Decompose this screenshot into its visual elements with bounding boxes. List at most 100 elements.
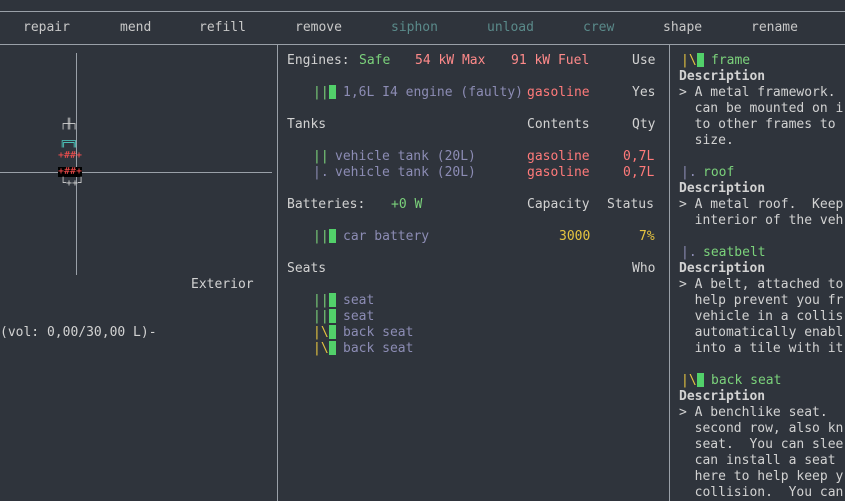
part-condition-bar xyxy=(697,53,704,67)
part-desc-line: seat. You can slee xyxy=(679,437,844,452)
part-desc-line: size. xyxy=(679,133,734,148)
seat-damage-marker: |\ xyxy=(313,341,329,356)
seat-damage-marker: || xyxy=(313,309,329,324)
menu-refill[interactable]: refill xyxy=(199,20,246,36)
part-damage-marker: |. xyxy=(681,165,697,180)
tank-name: vehicle tank (20L) xyxy=(335,149,476,164)
engine-damage-marker: || xyxy=(313,85,329,100)
engine-fuel-type: gasoline xyxy=(527,85,590,100)
menu-remove[interactable]: remove xyxy=(295,20,342,36)
tank-name: vehicle tank (20L) xyxy=(335,165,476,180)
engines-label: Engines: xyxy=(287,53,350,68)
part-desc-line: can be mounted on i xyxy=(679,101,844,116)
part-desc-line: > A belt, attached to xyxy=(679,277,844,292)
part-desc-line: can install a seat xyxy=(679,453,836,468)
part-desc-line: > A metal roof. Keep xyxy=(679,197,844,212)
left-panel-divider xyxy=(277,45,278,501)
engines-use-header: Use xyxy=(632,53,656,68)
engines-max: 54 kW Max xyxy=(415,53,486,68)
part-damage-marker: |\ xyxy=(681,373,697,388)
engine-use: Yes xyxy=(632,85,656,100)
menu-rename[interactable]: rename xyxy=(751,20,798,36)
menu-unload[interactable]: unload xyxy=(487,20,534,36)
menu-shape[interactable]: shape xyxy=(663,20,702,36)
menu-repair[interactable]: repair xyxy=(23,20,70,36)
part-desc-title: Description xyxy=(679,69,766,84)
engines-safe: Safe xyxy=(359,53,391,68)
tank-contents: gasoline xyxy=(527,165,590,180)
batteries-power: +0 W xyxy=(391,197,423,212)
part-desc-title: Description xyxy=(679,261,766,276)
right-panel-divider xyxy=(669,45,670,501)
seat-condition-bar xyxy=(329,325,336,339)
battery-row[interactable]: || car battery 3000 7% xyxy=(313,229,663,245)
roof-glyph: ╔═╗ xyxy=(60,137,79,148)
tanks-qty-header: Qty xyxy=(632,117,656,132)
engines-fuel: 91 kW Fuel xyxy=(511,53,590,68)
tank-damage-marker: || xyxy=(313,149,329,164)
seat-condition-bar xyxy=(329,309,336,323)
part-desc-line: automatically enabl xyxy=(679,325,844,340)
menu-divider xyxy=(0,44,845,45)
battery-condition-bar xyxy=(329,229,336,243)
part-desc-title: Description xyxy=(679,389,766,404)
battery-damage-marker: || xyxy=(313,229,329,244)
seat-condition-bar xyxy=(329,341,336,355)
part-desc-line: here to help keep y xyxy=(679,469,844,484)
tank-row-2[interactable]: |. vehicle tank (20L) gasoline 0,7L xyxy=(313,165,663,181)
part-name: back seat xyxy=(711,373,782,388)
seats-label: Seats xyxy=(287,261,327,276)
batteries-capacity-header: Capacity xyxy=(527,197,590,212)
seat-condition-bar xyxy=(329,293,336,307)
tanks-label: Tanks xyxy=(287,117,327,132)
seat-damage-marker: || xyxy=(313,293,329,308)
tank-row-1[interactable]: || vehicle tank (20L) gasoline 0,7L xyxy=(313,149,663,165)
part-roof[interactable]: |. roof Description > A metal roof. Keep… xyxy=(679,165,845,229)
vehicle-map[interactable]: ┌╫┐ ╔═╗ +##+ +##+ └++┘ xyxy=(58,118,88,190)
tank-damage-marker: |. xyxy=(313,165,329,180)
menu-siphon[interactable]: siphon xyxy=(391,20,438,36)
part-name: seatbelt xyxy=(703,245,766,260)
seat-name: back seat xyxy=(343,325,414,340)
batteries-status-header: Status xyxy=(607,197,654,212)
part-name: roof xyxy=(703,165,735,180)
seat-damage-marker: |\ xyxy=(313,325,329,340)
part-desc-line: to other frames to xyxy=(679,117,836,132)
engine-condition-bar xyxy=(329,85,336,99)
battery-capacity: 3000 xyxy=(559,229,591,244)
engine-name: 1,6L I4 engine (faulty) xyxy=(343,85,524,100)
frame-glyph-top: ┌╫┐ xyxy=(60,119,79,130)
part-desc-line: into a tile with it xyxy=(679,341,844,356)
menu-crew[interactable]: crew xyxy=(583,20,614,36)
menu-bar: repair mend refill remove siphon unload … xyxy=(0,12,845,44)
part-back-seat[interactable]: |\ back seat Description > A benchlike s… xyxy=(679,373,845,501)
tank-qty: 0,7L xyxy=(623,149,655,164)
part-condition-bar xyxy=(697,373,704,387)
volume-readout: (vol: 0,00/30,00 L)- xyxy=(0,325,157,340)
seat-row-1[interactable]: || seat xyxy=(313,293,663,309)
seat-name: back seat xyxy=(343,341,414,356)
seat-row-3[interactable]: |\ back seat xyxy=(313,325,663,341)
part-frame[interactable]: |\ frame Description > A metal framework… xyxy=(679,53,845,149)
battery-name: car battery xyxy=(343,229,430,244)
batteries-label: Batteries: xyxy=(287,197,366,212)
seat-glyph-1: +##+ xyxy=(58,150,83,161)
crosshair-horizontal xyxy=(0,172,272,173)
tank-qty: 0,7L xyxy=(623,165,655,180)
seat-row-4[interactable]: |\ back seat xyxy=(313,341,663,357)
seats-who-header: Who xyxy=(632,261,656,276)
tanks-contents-header: Contents xyxy=(527,117,590,132)
seat-glyph-2: +##+ xyxy=(58,166,83,177)
part-damage-marker: |. xyxy=(681,245,697,260)
part-desc-line: second row, also kn xyxy=(679,421,844,436)
part-desc-line: > A benchlike seat. xyxy=(679,405,828,420)
battery-status: 7% xyxy=(639,229,655,244)
part-seatbelt[interactable]: |. seatbelt Description > A belt, attach… xyxy=(679,245,845,357)
seat-row-2[interactable]: || seat xyxy=(313,309,663,325)
exterior-label: Exterior xyxy=(191,277,254,292)
part-desc-line: help prevent you fr xyxy=(679,293,844,308)
part-desc-line: > A metal framework. xyxy=(679,85,836,100)
engine-row[interactable]: || 1,6L I4 engine (faulty) gasoline Yes xyxy=(313,85,663,101)
seat-name: seat xyxy=(343,293,375,308)
menu-mend[interactable]: mend xyxy=(120,20,151,36)
